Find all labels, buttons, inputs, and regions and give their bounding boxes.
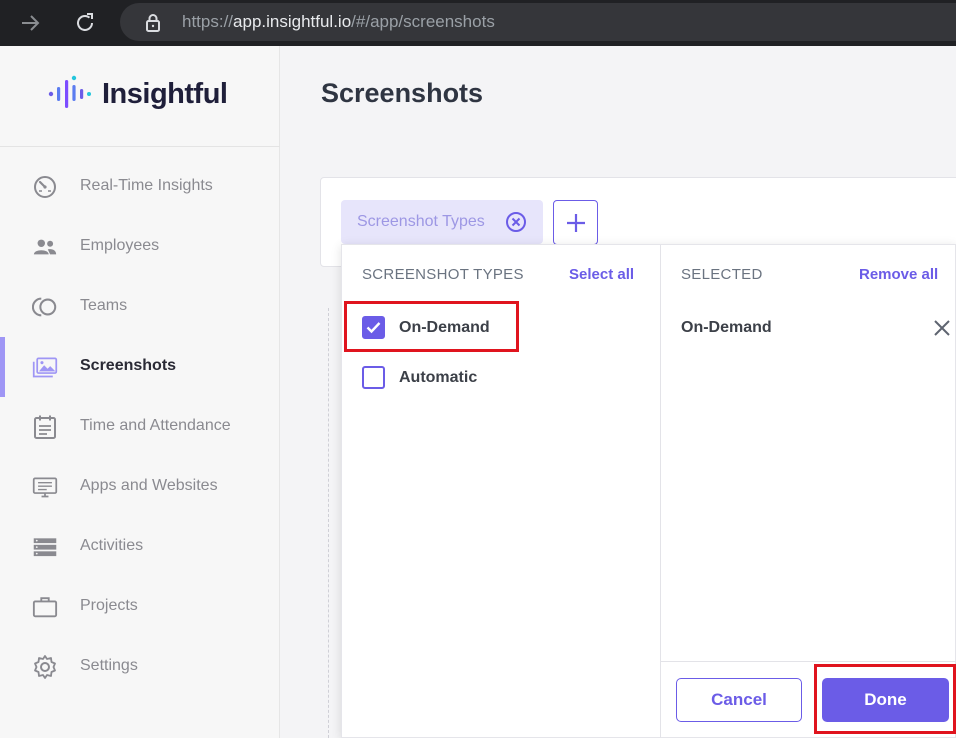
reload-icon (77, 13, 93, 31)
logo[interactable]: Insightful (48, 74, 228, 114)
option-automatic[interactable]: Automatic (362, 365, 522, 391)
arrow-right-icon (22, 15, 40, 31)
footer-divider (661, 661, 956, 662)
sidebar-item-label: Screenshots (80, 357, 177, 374)
plus-icon (566, 213, 585, 232)
sidebar-item-activities[interactable]: Activities (0, 517, 280, 577)
sidebar-divider (0, 146, 280, 147)
gauge-icon (32, 174, 58, 200)
sidebar-item-label: Time and Attendance (80, 417, 231, 434)
add-filter-button[interactable] (553, 200, 598, 245)
options-header: SCREENSHOT TYPES (362, 266, 524, 283)
cancel-button[interactable]: Cancel (676, 678, 802, 722)
sidebar-item-settings[interactable]: Settings (0, 637, 280, 697)
remove-all-link[interactable]: Remove all (859, 266, 938, 283)
option-label: Automatic (399, 369, 478, 386)
option-label: On-Demand (399, 319, 490, 336)
sidebar-item-projects[interactable]: Projects (0, 577, 280, 637)
briefcase-icon (32, 594, 58, 620)
column-divider (660, 245, 661, 738)
option-on-demand[interactable]: On-Demand (362, 315, 522, 341)
url-scheme: https:// (182, 12, 234, 31)
url-host: app.insightful.io (233, 12, 352, 31)
sidebar: Insightful Real-Time Insights Employees … (0, 46, 280, 738)
reload-button[interactable] (72, 10, 98, 36)
insightful-logo-icon (48, 75, 91, 108)
sidebar-item-label: Settings (80, 657, 138, 674)
teams-icon (32, 294, 58, 320)
selected-item-label: On-Demand (681, 319, 772, 336)
checkbox[interactable] (362, 366, 385, 389)
forward-button[interactable] (17, 10, 43, 36)
selected-header: SELECTED (681, 266, 763, 283)
checkmark-icon (366, 322, 381, 334)
calendar-icon (32, 414, 58, 440)
images-icon (32, 354, 58, 380)
gear-icon (32, 654, 58, 680)
sidebar-item-label: Real-Time Insights (80, 177, 213, 194)
monitor-icon (32, 474, 58, 500)
filter-chip-label: Screenshot Types (357, 213, 485, 230)
url-path: /#/app/screenshots (351, 12, 495, 31)
server-icon (32, 534, 58, 560)
sidebar-item-label: Projects (80, 597, 138, 614)
screenshot-types-dropdown: SCREENSHOT TYPES Select all On-Demand Au… (341, 244, 956, 738)
done-button[interactable]: Done (822, 678, 949, 722)
sidebar-item-apps-and-websites[interactable]: Apps and Websites (0, 457, 280, 517)
filter-chip-screenshot-types[interactable]: Screenshot Types (341, 200, 543, 244)
sidebar-item-time-and-attendance[interactable]: Time and Attendance (0, 397, 280, 457)
lock-icon (146, 14, 160, 32)
url-text: https://app.insightful.io/#/app/screensh… (182, 12, 495, 32)
sidebar-item-employees[interactable]: Employees (0, 217, 280, 277)
close-icon[interactable] (932, 318, 952, 338)
address-bar[interactable]: https://app.insightful.io/#/app/screensh… (120, 3, 956, 41)
content-divider (328, 308, 329, 738)
logo-text: Insightful (102, 77, 228, 110)
remove-filter-icon[interactable] (505, 211, 527, 233)
users-icon (32, 234, 58, 260)
sidebar-item-real-time-insights[interactable]: Real-Time Insights (0, 157, 280, 217)
select-all-link[interactable]: Select all (569, 266, 634, 283)
page-title: Screenshots (321, 78, 484, 108)
sidebar-item-label: Teams (80, 297, 128, 314)
sidebar-item-label: Employees (80, 237, 160, 254)
checkbox[interactable] (362, 316, 385, 339)
sidebar-item-label: Activities (80, 537, 144, 554)
sidebar-item-teams[interactable]: Teams (0, 277, 280, 337)
sidebar-item-label: Apps and Websites (80, 477, 218, 494)
browser-toolbar: https://app.insightful.io/#/app/screensh… (0, 0, 956, 46)
sidebar-item-screenshots[interactable]: Screenshots (0, 337, 280, 397)
